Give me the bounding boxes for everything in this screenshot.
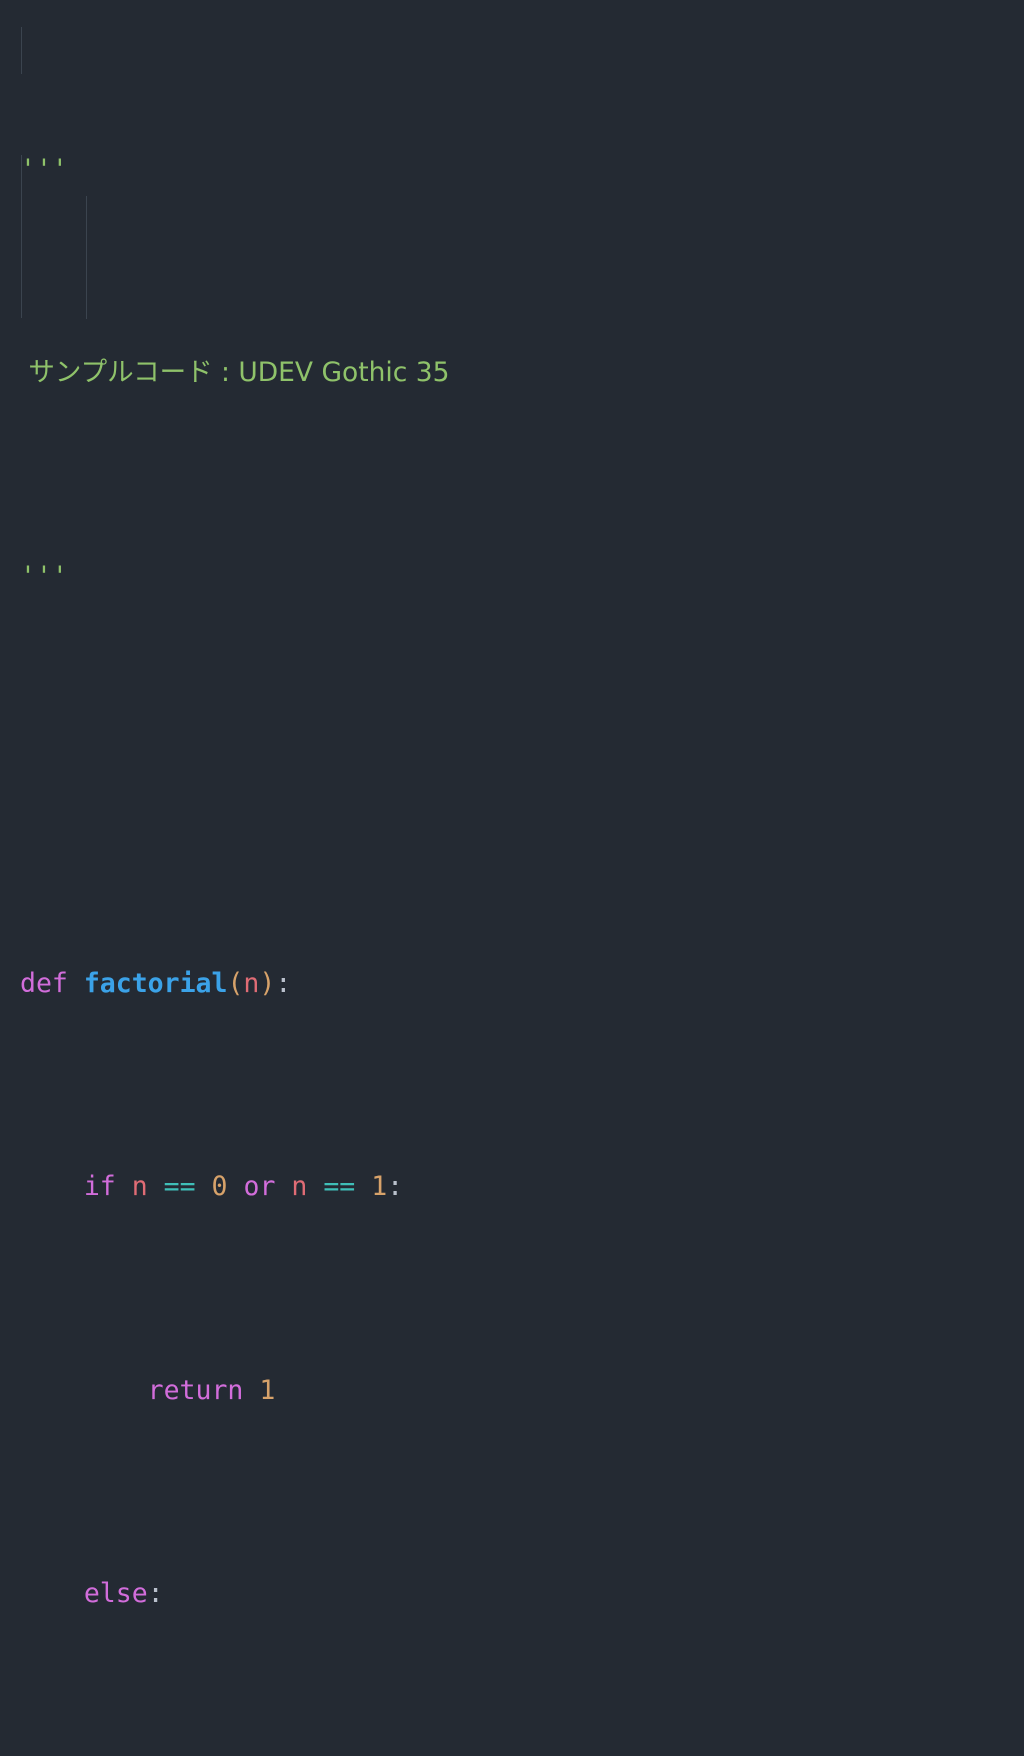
code-line-8[interactable]: else: xyxy=(0,1574,1024,1615)
keyword-if: if xyxy=(83,1171,116,1203)
colon-else: : xyxy=(147,1578,164,1610)
code-editor-pane[interactable]: ''' サンプルコード : UDEV Gothic 35 ''' def fac… xyxy=(0,0,1024,1609)
keyword-else: else xyxy=(83,1578,148,1610)
function-name-factorial: factorial xyxy=(83,967,228,999)
code-line-6[interactable]: if n == 0 or n == 1: xyxy=(0,1167,1024,1208)
keyword-or: or xyxy=(243,1171,276,1203)
colon-if: : xyxy=(387,1171,404,1203)
operator-eq-2: == xyxy=(323,1171,356,1203)
number-one-if: 1 xyxy=(371,1171,388,1203)
number-return-one: 1 xyxy=(259,1374,276,1406)
colon-def: : xyxy=(275,967,292,999)
paren-close-def: ) xyxy=(259,967,276,999)
code-line-2[interactable]: サンプルコード : UDEV Gothic 35 xyxy=(0,353,1024,394)
number-zero: 0 xyxy=(211,1171,228,1203)
code-line-7[interactable]: return 1 xyxy=(0,1371,1024,1412)
code-line-3[interactable]: ''' xyxy=(0,557,1024,598)
operator-eq-1: == xyxy=(163,1171,196,1203)
docstring-open-token: ''' xyxy=(20,153,68,185)
var-n-1: n xyxy=(131,1171,148,1203)
docstring-text: サンプルコード : UDEV Gothic 35 xyxy=(20,357,450,389)
keyword-def: def xyxy=(20,967,68,999)
var-n-2: n xyxy=(291,1171,308,1203)
paren-open-def: ( xyxy=(227,967,244,999)
code-line-5[interactable]: def factorial)(n): xyxy=(0,964,1024,1005)
code-content[interactable]: ''' サンプルコード : UDEV Gothic 35 ''' def fac… xyxy=(0,0,1024,1756)
docstring-close-token: ''' xyxy=(20,560,68,592)
keyword-return-1: return xyxy=(147,1374,244,1406)
code-line-1[interactable]: ''' xyxy=(0,150,1024,191)
code-line-4-blank[interactable] xyxy=(0,760,1024,801)
param-n: n xyxy=(243,967,260,999)
